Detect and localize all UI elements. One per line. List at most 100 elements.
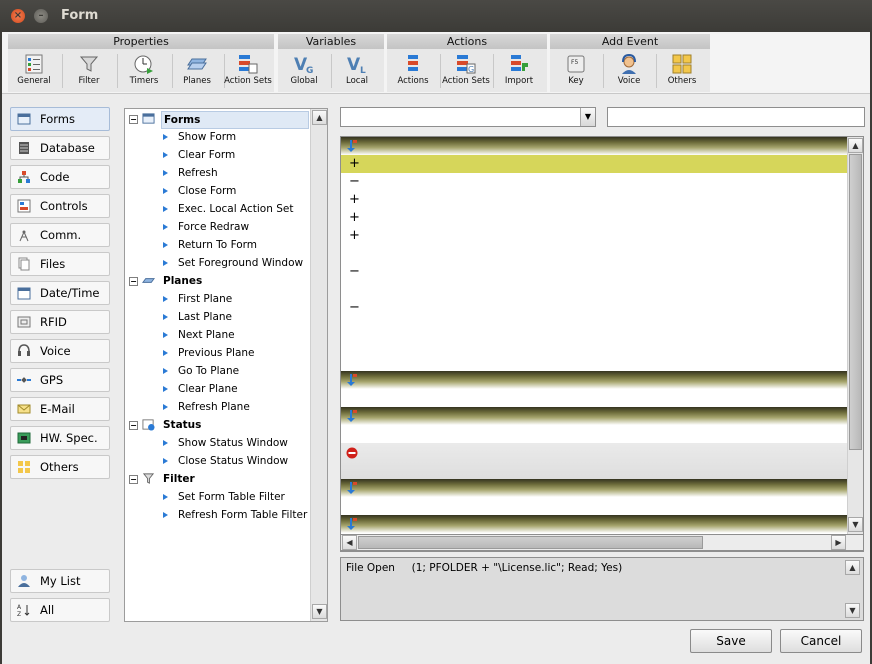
global-variables-button[interactable]: VG Global: [278, 51, 330, 91]
close-window-button[interactable]: ×: [11, 9, 25, 23]
action-arrow-icon: [163, 152, 168, 158]
status-group-icon: [142, 418, 155, 436]
scroll-right-arrow[interactable]: ▶: [831, 535, 846, 550]
collapse-toggle-icon[interactable]: −: [129, 115, 138, 124]
scroll-left-arrow[interactable]: ◀: [342, 535, 357, 550]
collapse-toggle-icon[interactable]: −: [129, 421, 138, 430]
expand-symbol[interactable]: +: [349, 191, 360, 209]
collapse-symbol[interactable]: −: [349, 263, 360, 281]
category-controls[interactable]: Controls: [10, 194, 110, 218]
others-icon: [672, 54, 692, 74]
tree-item-label: Refresh Plane: [178, 401, 250, 413]
collapse-toggle-icon[interactable]: −: [129, 277, 138, 286]
action-band[interactable]: [341, 137, 847, 155]
save-button[interactable]: Save: [690, 629, 772, 653]
category-files[interactable]: Files: [10, 252, 110, 276]
import-button[interactable]: Import: [493, 51, 545, 91]
scroll-up-arrow[interactable]: ▲: [312, 110, 327, 125]
scroll-up-arrow[interactable]: ▲: [845, 560, 860, 575]
scroll-down-arrow[interactable]: ▼: [312, 604, 327, 619]
scroll-down-arrow[interactable]: ▼: [848, 517, 863, 532]
action-row[interactable]: −: [341, 299, 847, 317]
category-forms[interactable]: Forms: [10, 107, 110, 131]
chevron-down-icon[interactable]: ▼: [580, 108, 595, 126]
action-band[interactable]: [341, 407, 847, 425]
scroll-up-arrow[interactable]: ▲: [848, 138, 863, 153]
category-gps[interactable]: GPS: [10, 368, 110, 392]
action-row-selected[interactable]: +: [341, 155, 847, 173]
minimize-window-button[interactable]: –: [34, 9, 48, 23]
action-row[interactable]: +: [341, 227, 847, 245]
action-band[interactable]: [341, 371, 847, 389]
action-arrow-icon: [163, 224, 168, 230]
svg-text:L: L: [360, 66, 366, 75]
tree-item-label: Go To Plane: [178, 365, 240, 377]
planes-button[interactable]: Planes: [171, 51, 223, 91]
action-arrow-icon: [163, 206, 168, 212]
action-disabled-band[interactable]: [341, 443, 847, 479]
expand-symbol[interactable]: +: [349, 155, 360, 173]
general-button[interactable]: General: [8, 51, 60, 91]
category-all[interactable]: AZ All: [10, 598, 110, 622]
filter-button[interactable]: Filter: [63, 51, 115, 91]
actions-icon: [408, 55, 418, 71]
expand-symbol[interactable]: +: [349, 227, 360, 245]
action-row[interactable]: +: [341, 209, 847, 227]
property-action-sets-button[interactable]: Action Sets: [222, 51, 274, 91]
action-row[interactable]: −: [341, 263, 847, 281]
action-sets-button[interactable]: G Action Sets: [440, 51, 492, 91]
svg-text:G: G: [468, 65, 474, 74]
collapse-symbol[interactable]: −: [349, 299, 360, 317]
category-hw-spec[interactable]: HW. Spec.: [10, 426, 110, 450]
action-row[interactable]: +: [341, 191, 847, 209]
ribbon-group-actions: Actions Actions G Action Sets Import: [387, 34, 547, 92]
collapse-symbol[interactable]: −: [349, 173, 360, 191]
action-arrow-icon: [163, 260, 168, 266]
category-others[interactable]: Others: [10, 455, 110, 479]
others-event-button[interactable]: Others: [656, 51, 708, 91]
category-label: GPS: [40, 373, 64, 387]
general-icon: [25, 54, 43, 74]
action-arrow-icon: [163, 440, 168, 446]
cancel-button[interactable]: Cancel: [780, 629, 862, 653]
description-text: File Open (1; PFOLDER + "\License.lic"; …: [346, 562, 623, 574]
planes-group-icon: [142, 274, 155, 292]
category-voice[interactable]: Voice: [10, 339, 110, 363]
expand-symbol[interactable]: +: [349, 209, 360, 227]
scroll-thumb[interactable]: [849, 154, 862, 450]
tree-group-label: Filter: [163, 473, 195, 485]
action-dropdown[interactable]: ▼: [340, 107, 596, 127]
action-row[interactable]: −: [341, 173, 847, 191]
tree-item-label: Exec. Local Action Set: [178, 203, 294, 215]
category-comm[interactable]: Comm.: [10, 223, 110, 247]
planes-icon: [187, 58, 207, 70]
action-list-hscrollbar[interactable]: ◀ ▶: [340, 534, 864, 551]
category-label: Date/Time: [40, 286, 100, 300]
category-database[interactable]: Database: [10, 136, 110, 160]
category-email[interactable]: E-Mail: [10, 397, 110, 421]
tree-scrollbar[interactable]: ▲ ▼: [310, 109, 327, 621]
sort-az-icon: AZ: [17, 604, 30, 617]
action-band[interactable]: [341, 479, 847, 497]
category-date-time[interactable]: Date/Time: [10, 281, 110, 305]
action-arrow-icon: [347, 140, 357, 152]
timers-button[interactable]: Timers: [118, 51, 170, 91]
category-code[interactable]: Code: [10, 165, 110, 189]
tree-item-label: Return To Form: [178, 239, 258, 251]
action-sets-g-icon: G: [457, 55, 476, 74]
collapse-toggle-icon[interactable]: −: [129, 475, 138, 484]
scroll-thumb[interactable]: [358, 536, 703, 549]
tree-group-label: Status: [163, 419, 202, 431]
action-arrow-icon: [163, 134, 168, 140]
local-variables-button[interactable]: VL Local: [331, 51, 383, 91]
actions-button[interactable]: Actions: [387, 51, 439, 91]
voice-event-button[interactable]: Voice: [603, 51, 655, 91]
action-band[interactable]: [341, 515, 847, 533]
category-my-list[interactable]: My List: [10, 569, 110, 593]
action-list-vscrollbar[interactable]: ▲ ▼: [847, 137, 863, 535]
action-text-field[interactable]: [607, 107, 865, 127]
key-event-button[interactable]: F5 Key: [550, 51, 602, 91]
files-icon: [18, 257, 30, 271]
scroll-down-arrow[interactable]: ▼: [845, 603, 860, 618]
category-rfid[interactable]: RFID: [10, 310, 110, 334]
